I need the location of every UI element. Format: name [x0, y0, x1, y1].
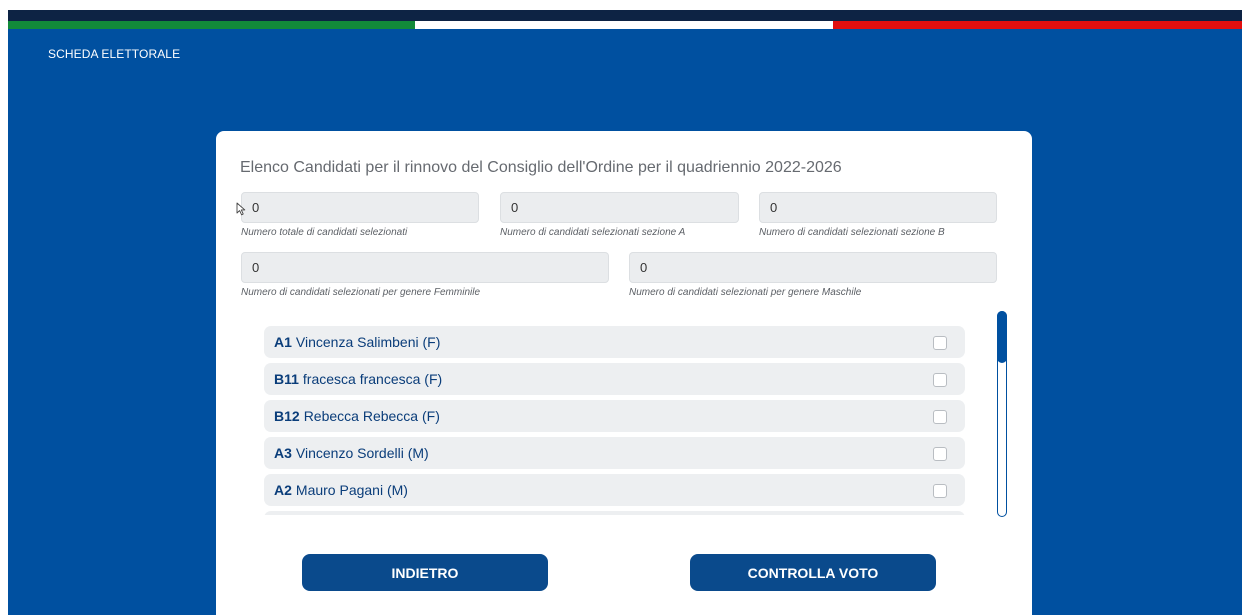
checkbox-icon[interactable] — [933, 410, 947, 424]
candidate-label: A1 Vincenza Salimbeni (F) — [274, 326, 440, 358]
candidate-label: B11 fracesca francesca (F) — [274, 363, 442, 395]
candidate-code: A3 — [274, 445, 292, 461]
ballot-title: Elenco Candidati per il rinnovo del Cons… — [240, 159, 842, 176]
section-a-hint: Numero di candidati selezionati sezione … — [500, 227, 686, 238]
candidate-row[interactable]: B11 fracesca francesca (F) — [264, 363, 965, 395]
candidate-code: A1 — [274, 334, 292, 350]
app-title: SCHEDA ELETTORALE — [48, 47, 181, 61]
candidate-code: B11 — [274, 371, 299, 387]
checkbox-icon[interactable] — [933, 373, 947, 387]
section-a-counter: 0 Numero di candidati selezionati sezion… — [500, 192, 739, 238]
candidate-row[interactable]: B12 Rebecca Rebecca (F) — [264, 400, 965, 432]
candidate-label: B12 Rebecca Rebecca (F) — [274, 400, 440, 432]
candidate-code: A2 — [274, 482, 292, 498]
check-vote-button[interactable]: CONTROLLA VOTO — [690, 554, 936, 591]
candidate-name: Mauro Pagani (M) — [295, 482, 408, 498]
total-selected-field[interactable]: 0 — [241, 192, 479, 223]
total-selected-hint: Numero totale di candidati selezionati — [241, 227, 408, 238]
list-scrollbar[interactable] — [997, 311, 1007, 517]
section-b-hint: Numero di candidati selezionati sezione … — [759, 227, 945, 238]
checkbox-icon[interactable] — [933, 336, 947, 350]
candidate-row[interactable]: A1 Vincenza Salimbeni (F) — [264, 326, 965, 358]
total-selected-counter: 0 Numero totale di candidati selezionati — [241, 192, 479, 238]
section-b-field[interactable]: 0 — [759, 192, 997, 223]
female-hint: Numero di candidati selezionati per gene… — [241, 287, 481, 298]
candidate-name: Vincenzo Sordelli (M) — [295, 445, 429, 461]
scrollbar-thumb[interactable] — [997, 311, 1007, 363]
back-button[interactable]: INDIETRO — [302, 554, 548, 591]
flag-green-stripe — [8, 21, 415, 29]
candidate-label: A2 Mauro Pagani (M) — [274, 474, 408, 506]
candidate-list[interactable]: A1 Vincenza Salimbeni (F) B11 fracesca fra… — [264, 326, 965, 515]
male-hint: Numero di candidati selezionati per gene… — [629, 287, 862, 298]
flag-dark-band — [8, 10, 1242, 21]
candidate-row-partial[interactable] — [264, 511, 965, 515]
male-counter: 0 Numero di candidati selezionati per ge… — [629, 252, 997, 298]
candidate-name: Vincenza Salimbeni (F) — [295, 334, 441, 350]
checkbox-icon[interactable] — [933, 447, 947, 461]
flag-red-stripe — [833, 21, 1242, 29]
flag-white-stripe — [415, 21, 833, 29]
mouse-pointer-icon — [236, 202, 246, 216]
section-b-counter: 0 Numero di candidati selezionati sezion… — [759, 192, 997, 238]
female-counter: 0 Numero di candidati selezionati per ge… — [241, 252, 609, 298]
candidate-name: Rebecca Rebecca (F) — [303, 408, 440, 424]
italian-flag-bar — [8, 10, 1242, 29]
female-field[interactable]: 0 — [241, 252, 609, 283]
candidate-label: A3 Vincenzo Sordelli (M) — [274, 437, 429, 469]
male-field[interactable]: 0 — [629, 252, 997, 283]
checkbox-icon[interactable] — [933, 484, 947, 498]
candidate-row[interactable]: A2 Mauro Pagani (M) — [264, 474, 965, 506]
candidate-row[interactable]: A3 Vincenzo Sordelli (M) — [264, 437, 965, 469]
candidate-name: fracesca francesca (F) — [302, 371, 443, 387]
section-a-field[interactable]: 0 — [500, 192, 739, 223]
top-margin — [0, 0, 1242, 10]
candidate-code: B12 — [274, 408, 300, 424]
